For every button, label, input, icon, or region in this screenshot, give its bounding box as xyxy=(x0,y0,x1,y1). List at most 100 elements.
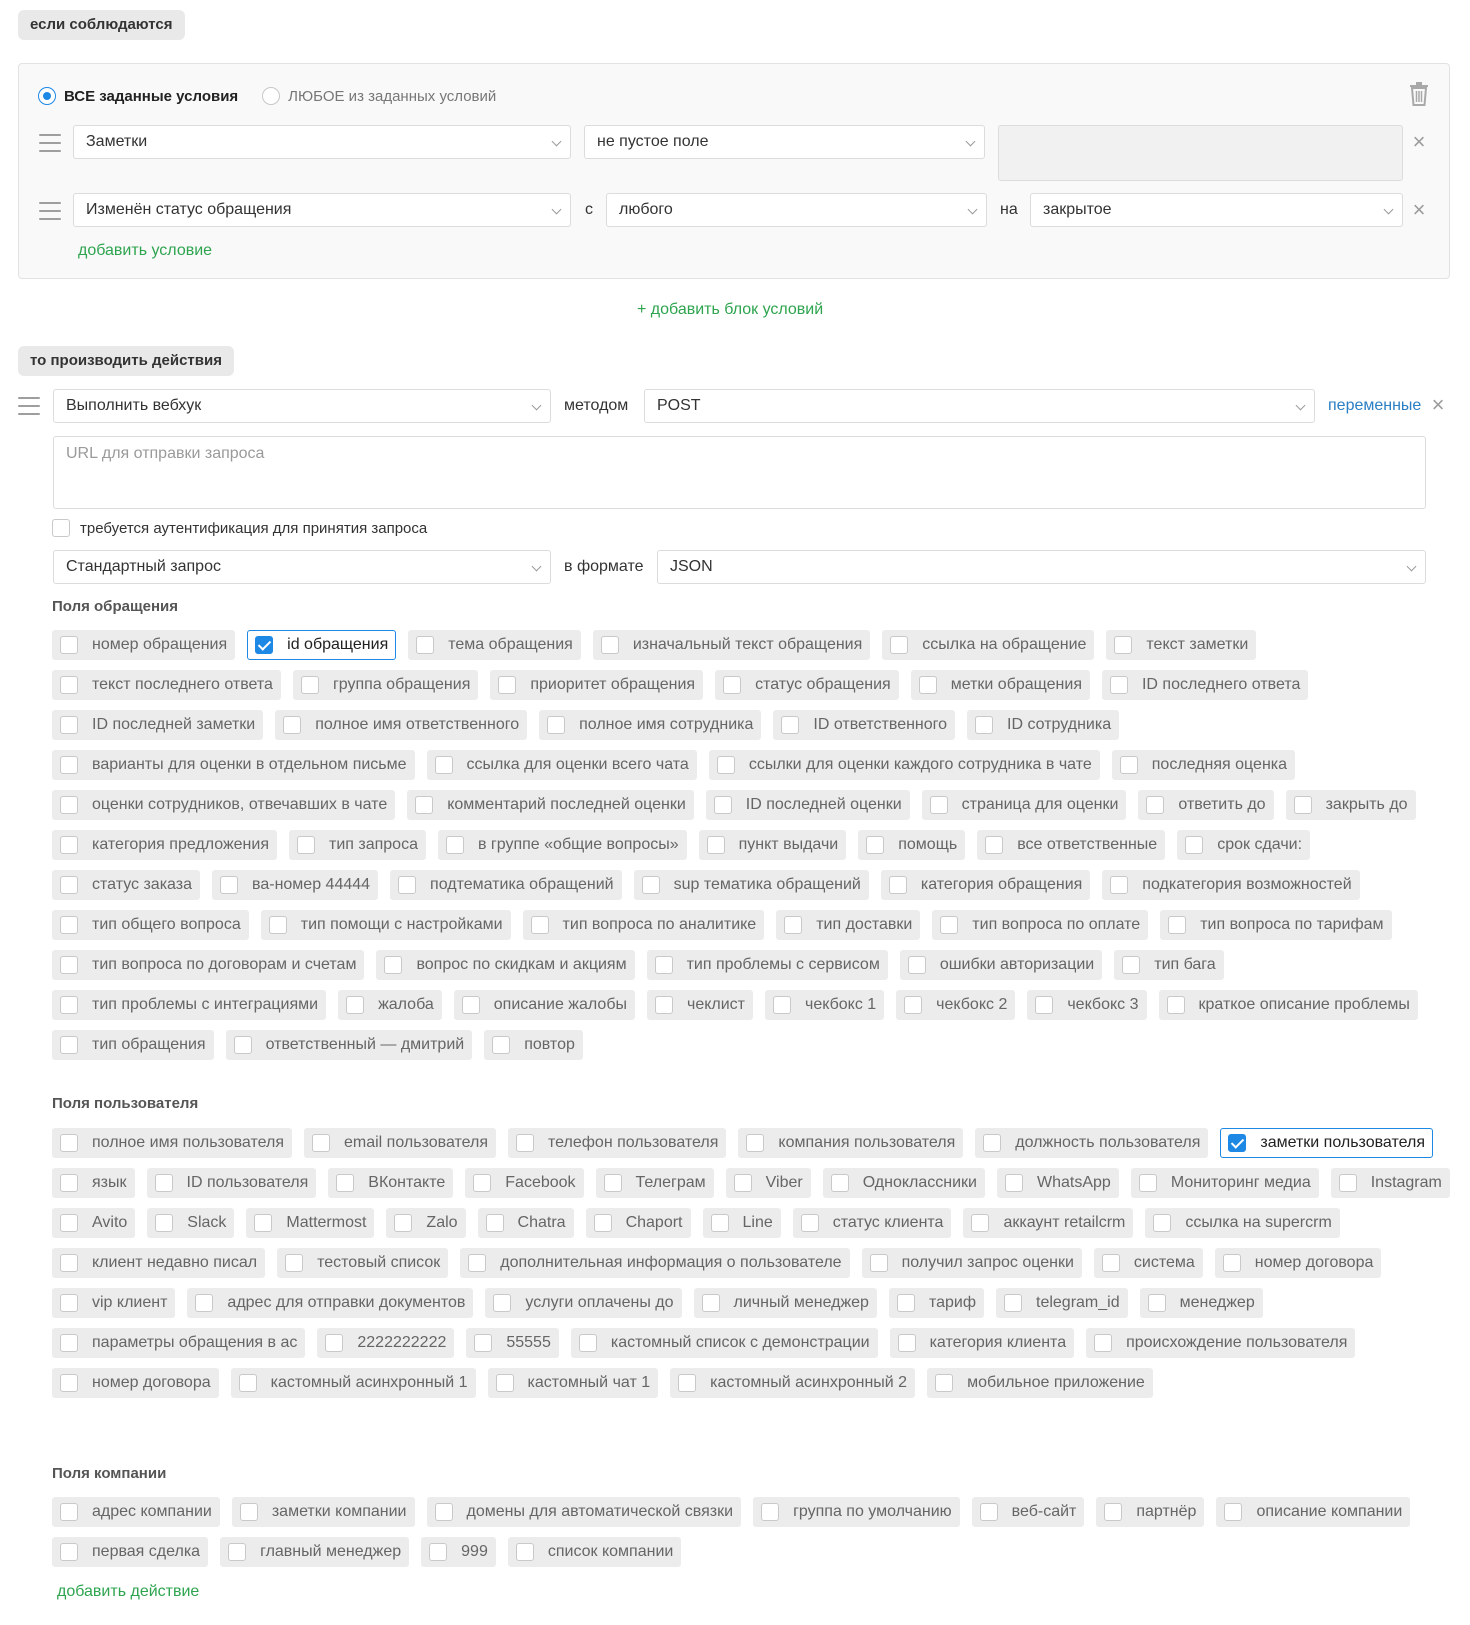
field-option[interactable]: Viber xyxy=(725,1168,811,1198)
field-option[interactable]: партнёр xyxy=(1096,1497,1205,1527)
field-option[interactable]: тип вопроса по оплате xyxy=(932,910,1149,940)
field-checkbox[interactable] xyxy=(325,1334,344,1352)
match-any-label[interactable]: ЛЮБОЕ из заданных условий xyxy=(288,88,496,105)
field-option[interactable]: закрыть до xyxy=(1285,790,1416,820)
field-checkbox[interactable] xyxy=(493,1294,512,1312)
field-checkbox[interactable] xyxy=(346,996,365,1014)
field-option[interactable]: список компании xyxy=(507,1537,682,1567)
field-option[interactable]: Mattermost xyxy=(246,1208,375,1238)
field-option[interactable]: номер договора xyxy=(52,1368,219,1398)
field-option[interactable]: WhatsApp xyxy=(997,1168,1119,1198)
field-option[interactable]: клиент недавно писал xyxy=(52,1248,266,1278)
field-checkbox[interactable] xyxy=(60,1294,78,1312)
field-option[interactable]: текст заметки xyxy=(1106,630,1257,660)
field-option[interactable]: первая сделка xyxy=(52,1537,209,1567)
field-checkbox[interactable] xyxy=(1114,636,1133,654)
field-option[interactable]: чекбокс 1 xyxy=(765,990,885,1020)
field-checkbox[interactable] xyxy=(238,1374,257,1392)
field-checkbox[interactable] xyxy=(746,1134,765,1152)
field-checkbox[interactable] xyxy=(474,1334,493,1352)
field-option[interactable]: ВКонтакте xyxy=(328,1168,454,1198)
field-option[interactable]: адрес для отправки документов xyxy=(187,1288,474,1318)
field-checkbox[interactable] xyxy=(461,996,480,1014)
field-checkbox[interactable] xyxy=(1222,1254,1241,1272)
field-option[interactable]: аккаунт retailcrm xyxy=(963,1208,1134,1238)
field-option[interactable]: последняя оценка xyxy=(1111,750,1296,780)
field-option[interactable]: домены для автоматической связки xyxy=(426,1497,742,1527)
field-option[interactable]: срок сдачи: xyxy=(1177,830,1311,860)
condition-field-select[interactable]: Заметки xyxy=(73,125,571,159)
field-checkbox[interactable] xyxy=(498,676,517,694)
field-checkbox[interactable] xyxy=(975,716,994,734)
field-checkbox[interactable] xyxy=(713,796,732,814)
match-any-radio[interactable] xyxy=(262,87,281,105)
field-option[interactable]: 2222222222 xyxy=(317,1328,455,1358)
field-checkbox[interactable] xyxy=(800,1214,819,1232)
field-checkbox[interactable] xyxy=(60,716,78,734)
field-option[interactable]: адрес компании xyxy=(52,1497,220,1527)
field-option[interactable]: кастомный чат 1 xyxy=(487,1368,659,1398)
condition-operator-select[interactable]: не пустое поле xyxy=(584,125,985,159)
match-all-label[interactable]: ВСЕ заданные условия xyxy=(64,88,238,105)
field-option[interactable]: тип обращения xyxy=(52,1030,214,1060)
field-option[interactable]: категория предложения xyxy=(52,830,277,860)
field-option[interactable]: Line xyxy=(702,1208,781,1238)
field-option[interactable]: подкатегория возможностей xyxy=(1102,870,1360,900)
field-option[interactable]: изначальный текст обращения xyxy=(592,630,871,660)
field-checkbox[interactable] xyxy=(60,1174,78,1192)
field-option[interactable]: текст последнего ответа xyxy=(52,670,281,700)
field-option[interactable]: подтематика обращений xyxy=(390,870,622,900)
field-option[interactable]: Одноклассники xyxy=(822,1168,985,1198)
match-all-radio[interactable] xyxy=(38,87,56,105)
field-option[interactable]: заметки компании xyxy=(231,1497,415,1527)
field-option[interactable]: кастомный асинхронный 2 xyxy=(670,1368,916,1398)
field-checkbox[interactable] xyxy=(60,1374,78,1392)
field-option[interactable]: тип проблемы с интеграциями xyxy=(52,990,327,1020)
field-option[interactable]: тип доставки xyxy=(776,910,921,940)
field-checkbox[interactable] xyxy=(434,756,453,774)
field-option[interactable]: тип общего вопроса xyxy=(52,910,249,940)
field-option[interactable]: тип запроса xyxy=(289,830,426,860)
field-option[interactable]: описание жалобы xyxy=(453,990,635,1020)
field-option[interactable]: sup тематика обращений xyxy=(633,870,869,900)
field-option[interactable]: Slack xyxy=(147,1208,235,1238)
field-option[interactable]: тип помощи с настройками xyxy=(260,910,511,940)
field-checkbox[interactable] xyxy=(60,796,78,814)
field-option[interactable]: ID последней оценки xyxy=(705,790,910,820)
field-checkbox[interactable] xyxy=(1228,1134,1247,1152)
field-option[interactable]: помощь xyxy=(858,830,966,860)
field-checkbox[interactable] xyxy=(1110,876,1129,894)
field-option[interactable]: Avito xyxy=(52,1208,136,1238)
field-checkbox[interactable] xyxy=(983,1134,1002,1152)
field-option[interactable]: все ответственные xyxy=(977,830,1166,860)
field-checkbox[interactable] xyxy=(515,1543,534,1561)
from-status-select[interactable]: любого xyxy=(606,193,987,227)
field-checkbox[interactable] xyxy=(701,1294,720,1312)
field-option[interactable]: ID сотрудника xyxy=(967,710,1120,740)
drag-handle-icon[interactable] xyxy=(18,397,40,415)
field-option[interactable]: тип вопроса по тарифам xyxy=(1160,910,1392,940)
field-checkbox[interactable] xyxy=(979,1503,998,1521)
field-checkbox[interactable] xyxy=(706,836,725,854)
field-checkbox[interactable] xyxy=(907,956,926,974)
field-checkbox[interactable] xyxy=(60,916,78,934)
field-checkbox[interactable] xyxy=(1147,1294,1166,1312)
field-option[interactable]: полное имя ответственного xyxy=(275,710,528,740)
field-checkbox[interactable] xyxy=(297,836,315,854)
field-checkbox[interactable] xyxy=(285,1254,304,1272)
field-option[interactable]: заметки пользователя xyxy=(1220,1128,1433,1158)
field-option[interactable]: тип вопроса по договорам и счетам xyxy=(52,950,365,980)
field-checkbox[interactable] xyxy=(723,676,742,694)
auth-required-checkbox[interactable] xyxy=(52,519,70,537)
field-checkbox[interactable] xyxy=(985,836,1004,854)
field-checkbox[interactable] xyxy=(578,1334,597,1352)
field-option[interactable]: 55555 xyxy=(466,1328,559,1358)
field-option[interactable]: Мониторинг медиа xyxy=(1130,1168,1319,1198)
field-checkbox[interactable] xyxy=(1138,1174,1157,1192)
field-option[interactable]: полное имя пользователя xyxy=(52,1128,292,1158)
field-checkbox[interactable] xyxy=(1122,956,1141,974)
field-option[interactable]: ошибки авторизации xyxy=(899,950,1103,980)
field-option[interactable]: Chaport xyxy=(585,1208,691,1238)
field-option[interactable]: тариф xyxy=(888,1288,984,1318)
field-checkbox[interactable] xyxy=(888,876,907,894)
